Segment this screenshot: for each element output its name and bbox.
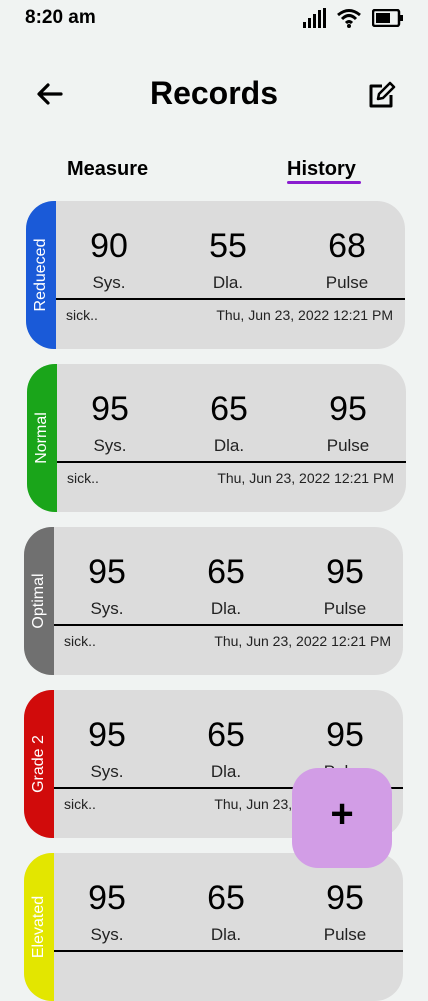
battery-icon [372,9,403,27]
pulse-label: Pulse [323,925,367,944]
sys-value: 95 [88,716,126,754]
category-label: Normal [33,412,50,464]
record-date: Thu, Jun 23, 2022 12:21 PM [214,633,391,649]
dia-label: Dla. [210,925,242,944]
sys-value: 95 [91,390,129,428]
pulse-value: 95 [326,553,364,591]
record-note: sick.. [64,796,96,812]
sys-label: Sys. [92,273,126,292]
card-divider [56,298,405,300]
sys-label: Sys. [90,599,124,618]
sys-value: 95 [88,879,126,917]
dia-value: 55 [209,227,247,265]
record-note: sick.. [67,470,99,486]
pulse-value: 95 [326,716,364,754]
page-title: Records [149,75,279,111]
status-bar: 8:20 am [0,0,428,40]
sys-label: Sys. [90,925,124,944]
pulse-value: 68 [328,227,366,265]
pulse-value: 95 [326,879,364,917]
tab-active-indicator [287,181,361,184]
signal-icon [303,8,326,28]
dia-label: Dla. [210,762,242,781]
record-note: sick.. [66,307,98,323]
status-icons [302,8,404,28]
edit-icon [369,81,396,108]
pulse-label: Pulse [323,599,367,618]
category-label: Elevated [30,895,47,959]
header: Records [0,70,428,120]
sys-value: 95 [88,553,126,591]
pulse-label: Pulse [325,273,369,292]
record-card[interactable]: Normal 95 Sys. 65 Dla. 95 Pulse sick.. Thu, Jun … [27,364,406,512]
record-card[interactable]: Elevated 95 Sys. 65 Dla. 95 Pulse [24,853,403,1001]
wifi-icon [337,9,361,28]
category-label: Optimal [30,573,47,629]
record-card[interactable]: Optimal 95 Sys. 65 Dla. 95 Pulse sick.. Thu, Jun… [24,527,403,675]
dia-value: 65 [207,553,245,591]
plus-icon: + [330,792,354,836]
dia-value: 65 [207,716,245,754]
record-card[interactable]: Redueced 90 Sys. 55 Dla. 68 Pulse sick.. Thu, Ju… [26,201,405,349]
tab-measure[interactable]: Measure [67,158,148,181]
dia-value: 65 [207,879,245,917]
dia-label: Dla. [213,436,245,455]
tab-bar: Measure History [0,155,428,195]
category-label: Grade 2 [30,735,47,793]
card-divider [54,950,403,952]
dia-value: 65 [210,390,248,428]
record-date: Thu, Jun 23, 2022 12:21 PM [217,470,394,486]
record-date: Thu, Jun 23, 2022 12:21 PM [216,307,393,323]
status-time: 8:20 am [25,7,96,28]
tab-history[interactable]: History [287,158,356,181]
card-divider [54,624,403,626]
sys-label: Sys. [90,762,124,781]
card-divider [57,461,406,463]
sys-value: 90 [90,227,128,265]
category-label: Redueced [32,238,49,312]
dia-label: Dla. [212,273,244,292]
pulse-value: 95 [329,390,367,428]
edit-button[interactable] [366,80,396,110]
add-record-button[interactable]: + [292,768,392,868]
sys-label: Sys. [93,436,127,455]
record-note: sick.. [64,633,96,649]
dia-label: Dla. [210,599,242,618]
pulse-label: Pulse [326,436,370,455]
